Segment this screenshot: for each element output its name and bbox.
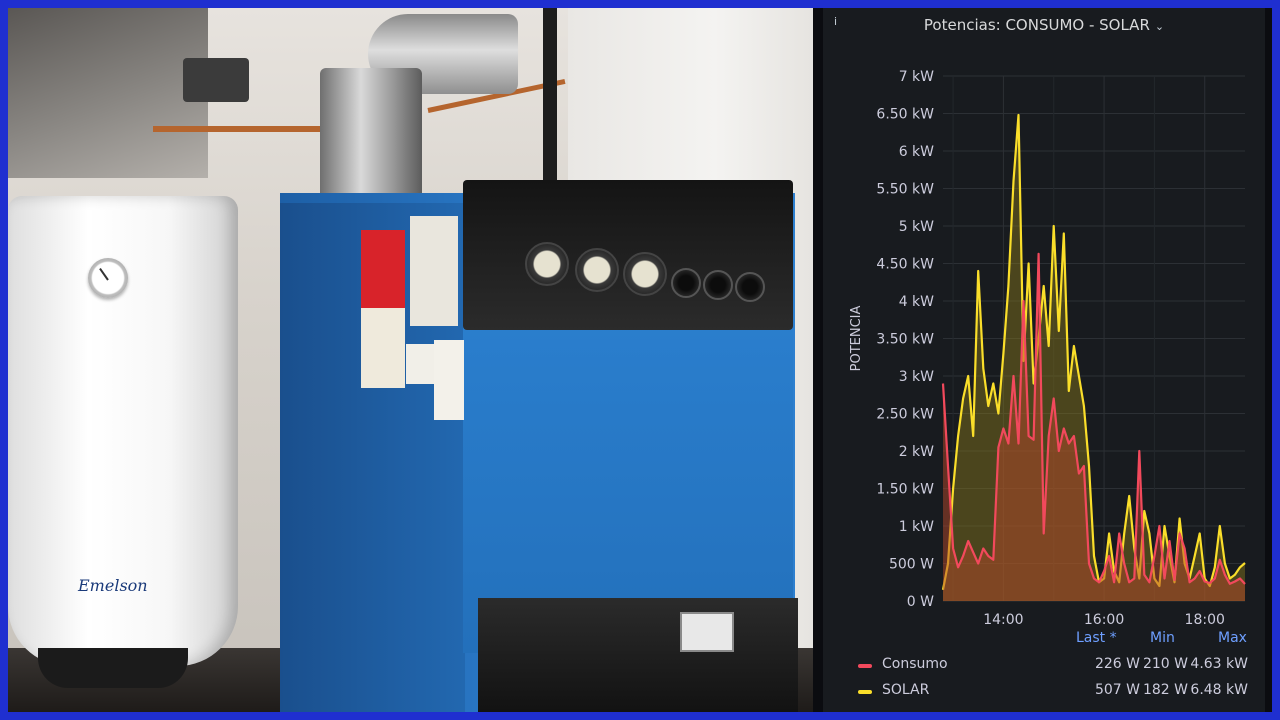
boiler-room-photo: Emelson	[8, 8, 813, 712]
y-tick-label: 500 W	[889, 557, 934, 573]
power-chart[interactable]: 0 W 500 W 1 kW 1.50 kW 2 kW 2.50 kW 3 kW 3.50 k…	[823, 8, 1265, 712]
y-tick-label: 3 kW	[899, 369, 934, 385]
warning-label	[361, 230, 405, 310]
y-tick-label: 4.50 kW	[876, 257, 934, 273]
wall-controller-box	[183, 58, 249, 102]
y-tick-label: 1.50 kW	[876, 482, 934, 498]
barcode-label	[434, 340, 464, 420]
y-tick-label: 2.50 kW	[876, 407, 934, 423]
spec-label	[410, 216, 458, 326]
legend-row-consumo[interactable]: Consumo 226 W 210 W 4.63 kW	[858, 656, 1248, 676]
heater-gauge-icon	[88, 258, 128, 298]
video-frame: Emelson i Potencias: CONSUMO - SOLAR ⌄ 0 …	[8, 8, 1272, 712]
legend-max-value: 6.48 kW	[1190, 682, 1248, 698]
boiler-control-panel	[463, 180, 793, 330]
control-knob-icon	[735, 272, 765, 302]
boiler-burner-section	[478, 598, 798, 712]
legend-max-value: 4.63 kW	[1190, 656, 1248, 672]
y-tick-label: 4 kW	[899, 294, 934, 310]
legend-header-min[interactable]: Min	[1150, 630, 1175, 646]
legend-last-value: 226 W	[1094, 656, 1140, 672]
legend-min-value: 182 W	[1142, 682, 1188, 698]
black-pipe	[543, 8, 557, 183]
y-tick-label: 3.50 kW	[876, 332, 934, 348]
legend-min-value: 210 W	[1142, 656, 1188, 672]
legend-series-name: SOLAR	[882, 682, 930, 698]
timer-dial-icon	[623, 252, 667, 296]
legend-swatch	[858, 664, 872, 668]
water-heater: Emelson	[8, 196, 238, 666]
x-tick-label: 14:00	[983, 612, 1023, 628]
control-knob-icon	[703, 270, 733, 300]
y-tick-label: 5.50 kW	[876, 182, 934, 198]
y-tick-label: 1 kW	[899, 519, 934, 535]
legend-last-value: 507 W	[1094, 682, 1140, 698]
legend-row-solar[interactable]: SOLAR 507 W 182 W 6.48 kW	[858, 682, 1248, 702]
y-tick-label: 7 kW	[899, 69, 934, 85]
boiler-plate	[680, 612, 734, 652]
water-heater-base	[38, 648, 188, 688]
y-tick-label: 6.50 kW	[876, 107, 934, 123]
x-tick-label: 18:00	[1185, 612, 1225, 628]
pressure-gauge-icon	[525, 242, 569, 286]
legend-series-name: Consumo	[882, 656, 948, 672]
y-tick-label: 2 kW	[899, 444, 934, 460]
legend-header-max[interactable]: Max	[1218, 630, 1247, 646]
spec-label	[406, 344, 436, 384]
thermometer-gauge-icon	[575, 248, 619, 292]
y-tick-label: 5 kW	[899, 219, 934, 235]
series-area-solar	[943, 115, 1245, 601]
legend-header-last[interactable]: Last *	[1076, 630, 1117, 646]
control-knob-icon	[671, 268, 701, 298]
y-tick-label: 0 W	[907, 594, 934, 610]
y-tick-label: 6 kW	[899, 144, 934, 160]
grafana-panel: i Potencias: CONSUMO - SOLAR ⌄ 0 W 500 W1 …	[823, 8, 1265, 712]
spec-label	[361, 308, 405, 388]
heater-brand-logo: Emelson	[78, 576, 148, 595]
ceiling-duct	[8, 8, 208, 178]
copper-pipe	[153, 126, 323, 132]
y-axis-label: POTENCIA	[849, 306, 864, 372]
legend-swatch	[858, 690, 872, 694]
x-tick-label: 16:00	[1084, 612, 1124, 628]
